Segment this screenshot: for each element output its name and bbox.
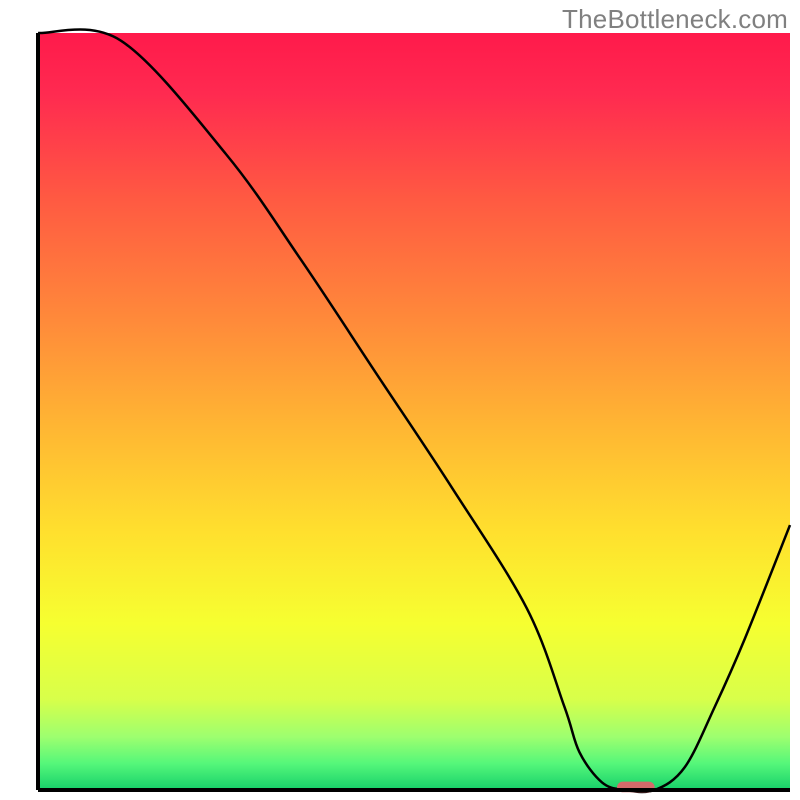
- chart-background: [38, 33, 790, 790]
- watermark-label: TheBottleneck.com: [562, 4, 788, 35]
- chart-svg: [0, 0, 800, 800]
- bottleneck-chart: TheBottleneck.com: [0, 0, 800, 800]
